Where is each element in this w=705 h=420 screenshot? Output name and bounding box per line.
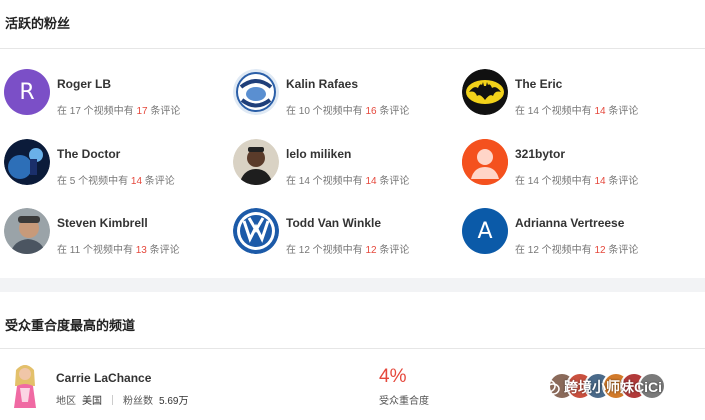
fan-name[interactable]: 321bytor <box>515 147 565 161</box>
avatar <box>233 208 279 254</box>
fan-stat: 在 17 个视频中有 17 条评论 <box>57 106 181 117</box>
channel-name[interactable]: Carrie LaChance <box>56 371 151 385</box>
comment-count: 14 <box>130 176 143 187</box>
comment-count: 14 <box>365 176 377 187</box>
avatar: R <box>4 69 50 115</box>
divider <box>0 348 705 349</box>
avatar: A <box>462 208 508 254</box>
fan-name[interactable]: The Doctor <box>57 147 120 161</box>
overlap-label: 受众重合度 <box>379 396 429 407</box>
fan-card[interactable]: 321bytor 在 14 个视频中有 14 条评论 <box>462 139 692 189</box>
fan-name[interactable]: Steven Kimbrell <box>57 216 148 230</box>
comment-count: 13 <box>135 245 147 256</box>
fan-card[interactable]: The Doctor 在 5 个视频中有 14 条评论 <box>4 139 234 189</box>
fan-stat: 在 10 个视频中有 16 条评论 <box>286 106 410 117</box>
fan-name[interactable]: The Eric <box>515 77 562 91</box>
fan-name[interactable]: Adrianna Vertreese <box>515 216 624 230</box>
comment-count: 16 <box>365 106 377 117</box>
channel-meta: 地区 美国 粉丝数 5.69万 <box>56 392 188 407</box>
avatar-letter: R <box>19 79 35 105</box>
fan-card[interactable]: lelo miliken 在 14 个视频中有 14 条评论 <box>233 139 463 189</box>
divider <box>112 395 113 405</box>
default-person-icon <box>462 139 508 185</box>
avatar <box>462 69 508 115</box>
fan-card[interactable]: A Adrianna Vertreese 在 12 个视频中有 12 条评论 <box>462 208 692 258</box>
user-photo-icon <box>233 139 279 185</box>
vw-logo-icon <box>233 208 279 254</box>
person-photo-icon <box>14 365 36 408</box>
comment-count: 12 <box>365 245 377 256</box>
fan-card[interactable]: Steven Kimbrell 在 11 个视频中有 13 条评论 <box>4 208 234 258</box>
channel-avatar <box>8 362 42 408</box>
fan-stat: 在 14 个视频中有 14 条评论 <box>515 176 639 187</box>
fan-stat: 在 14 个视频中有 14 条评论 <box>286 176 410 187</box>
overlap-percentage: 4% <box>379 366 407 387</box>
avatar-letter: A <box>477 218 493 244</box>
section-separator <box>0 278 705 292</box>
fan-stat: 在 11 个视频中有 13 条评论 <box>57 245 180 256</box>
fans-label: 粉丝数 <box>123 396 153 407</box>
user-photo-icon <box>4 208 50 254</box>
fan-name[interactable]: lelo miliken <box>286 147 351 161</box>
section-title-active-fans: 活跃的粉丝 <box>5 16 71 31</box>
fan-stat: 在 12 个视频中有 12 条评论 <box>286 245 410 256</box>
comment-count: 17 <box>136 106 148 117</box>
fan-stat: 在 14 个视频中有 14 条评论 <box>515 106 639 117</box>
watermark: 跨境小师妹CiCi <box>540 377 662 397</box>
fan-name[interactable]: Roger LB <box>57 77 111 91</box>
fan-card[interactable]: R Roger LB 在 17 个视频中有 17 条评论 <box>4 69 234 119</box>
avatar <box>233 139 279 185</box>
avatar <box>462 139 508 185</box>
fan-name[interactable]: Kalin Rafaes <box>286 77 358 91</box>
fan-card[interactable]: Kalin Rafaes 在 10 个视频中有 16 条评论 <box>233 69 463 119</box>
watermark-text: 跨境小师妹CiCi <box>564 379 662 395</box>
divider <box>0 48 705 49</box>
comment-count: 12 <box>594 245 606 256</box>
section-title-overlap-channels: 受众重合度最高的频道 <box>5 318 136 333</box>
comment-count: 14 <box>594 176 606 187</box>
comment-count: 14 <box>594 106 606 117</box>
fan-stat: 在 5 个视频中有 14 条评论 <box>57 176 175 187</box>
fans-value: 5.69万 <box>159 396 189 407</box>
carolina-logo-icon <box>233 69 279 115</box>
region-label: 地区 <box>56 396 76 407</box>
region-value: 美国 <box>82 396 102 407</box>
batman-icon <box>462 69 508 115</box>
fan-name[interactable]: Todd Van Winkle <box>286 216 381 230</box>
fan-card[interactable]: The Eric 在 14 个视频中有 14 条评论 <box>462 69 692 119</box>
fan-card[interactable]: Todd Van Winkle 在 12 个视频中有 12 条评论 <box>233 208 463 258</box>
avatar <box>233 69 279 115</box>
avatar <box>4 208 50 254</box>
space-image-icon <box>4 139 50 185</box>
fan-stat: 在 12 个视频中有 12 条评论 <box>515 245 639 256</box>
wechat-icon <box>540 379 560 395</box>
avatar <box>4 139 50 185</box>
